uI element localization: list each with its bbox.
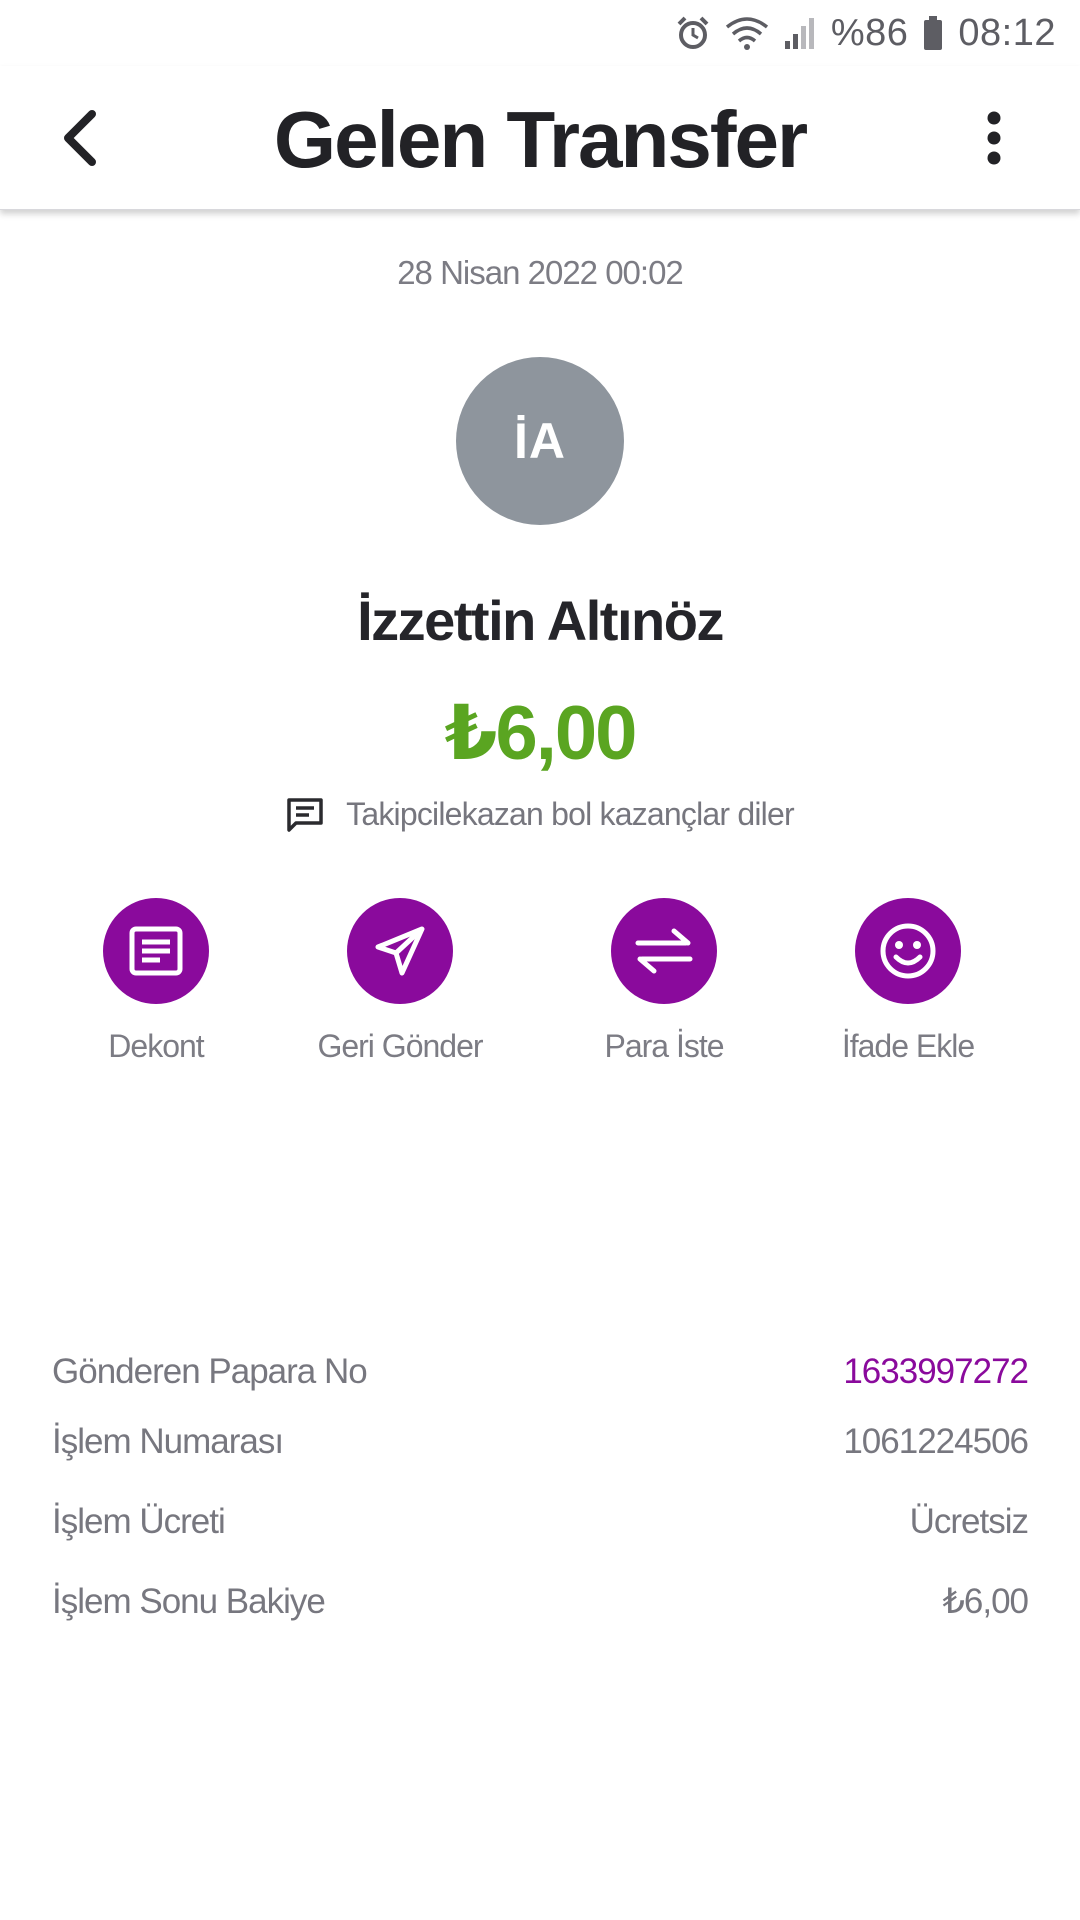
- app-bar: Gelen Transfer: [0, 66, 1080, 210]
- detail-closing-balance: İşlem Sonu Bakiye ₺6,00: [52, 1576, 1029, 1628]
- transfer-message: Takipcilekazan bol kazançlar diler: [0, 796, 1080, 833]
- alarm-icon: [675, 15, 711, 51]
- send-icon: [375, 926, 425, 976]
- message-text: Takipcilekazan bol kazançlar diler: [346, 796, 795, 832]
- transfer-amount: ₺6,00: [444, 691, 638, 776]
- wifi-icon: [725, 15, 769, 51]
- more-options-button[interactable]: [964, 102, 1024, 174]
- send-back-button[interactable]: Geri Gönder: [290, 898, 510, 1065]
- avatar: İA: [456, 357, 624, 525]
- transfer-date: 28 Nisan 2022 00:02: [397, 254, 684, 291]
- avatar-initials: İA: [514, 413, 566, 469]
- add-emoji-label: İfade Ekle: [841, 1028, 975, 1064]
- request-money-button[interactable]: Para İste: [554, 898, 774, 1065]
- sender-name: İzzettin Altınöz: [357, 589, 724, 652]
- transfer-arrows-icon: [635, 928, 693, 974]
- receipt-label: Dekont: [108, 1028, 204, 1064]
- send-back-button-circle[interactable]: [347, 898, 453, 1004]
- sender-papara-no-link[interactable]: 1633997272: [843, 1352, 1029, 1392]
- send-back-label: Geri Gönder: [317, 1028, 483, 1064]
- battery-icon: [922, 15, 944, 51]
- clock: 08:12: [958, 11, 1056, 54]
- detail-sender-papara-no: Gönderen Papara No 1633997272: [52, 1346, 1029, 1398]
- smiley-icon: [880, 923, 936, 979]
- detail-value: Ücretsiz: [909, 1502, 1029, 1541]
- detail-transaction-fee: İşlem Ücreti Ücretsiz: [52, 1496, 1029, 1548]
- page-title: Gelen Transfer: [273, 95, 808, 184]
- detail-label: İşlem Sonu Bakiye: [52, 1582, 326, 1621]
- add-emoji-button-circle[interactable]: [855, 898, 961, 1004]
- detail-label: İşlem Ücreti: [52, 1502, 226, 1541]
- message-icon: [287, 797, 323, 832]
- signal-icon: [783, 15, 817, 51]
- add-emoji-button[interactable]: İfade Ekle: [798, 898, 1018, 1065]
- request-money-label: Para İste: [604, 1028, 724, 1064]
- request-money-button-circle[interactable]: [611, 898, 717, 1004]
- detail-value: ₺6,00: [942, 1582, 1029, 1621]
- detail-label: Gönderen Papara No: [52, 1352, 368, 1391]
- detail-transaction-number: İşlem Numarası 1061224506: [52, 1416, 1029, 1468]
- receipt-button[interactable]: Dekont: [46, 898, 266, 1065]
- receipt-button-circle[interactable]: [103, 898, 209, 1004]
- detail-label: İşlem Numarası: [52, 1422, 284, 1461]
- detail-value: 1061224506: [843, 1422, 1029, 1461]
- screen: %86 08:12 Gelen Transfer 28 Nisan 2022 0…: [0, 0, 1080, 1920]
- receipt-icon: [129, 926, 183, 976]
- more-vertical-icon: [987, 111, 1001, 165]
- battery-percent: %86: [830, 11, 909, 54]
- status-bar: %86 08:12: [0, 0, 1080, 66]
